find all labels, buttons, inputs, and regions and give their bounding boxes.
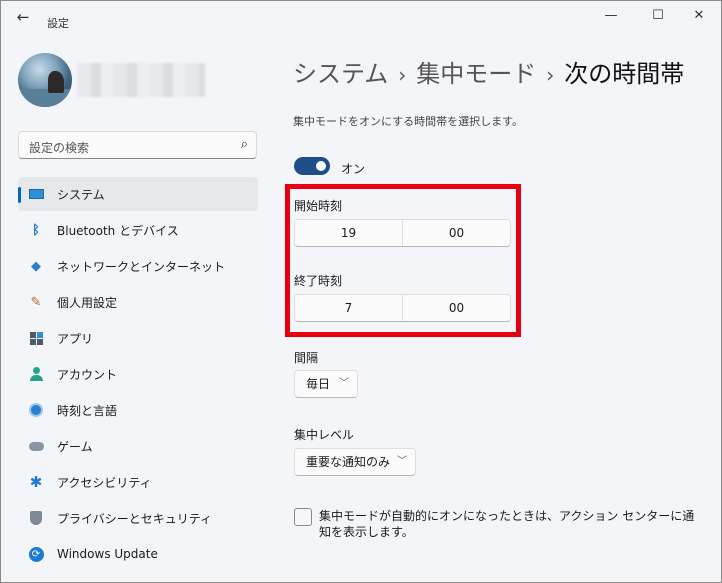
interval-dropdown[interactable]: 毎日 ﹀ bbox=[294, 370, 358, 398]
sidebar-nav: システム ᛒ Bluetooth とデバイス ◆ ネットワークとインターネット … bbox=[18, 177, 258, 573]
time-language-icon bbox=[28, 402, 44, 418]
focus-level-label: 集中レベル bbox=[294, 428, 355, 442]
sidebar-item-label: アプリ bbox=[57, 331, 94, 346]
sidebar-item-apps[interactable]: アプリ bbox=[18, 321, 258, 355]
chevron-down-icon: ﹀ bbox=[339, 378, 349, 389]
maximize-button[interactable]: ☐ bbox=[646, 7, 670, 25]
breadcrumb-focus-mode[interactable]: 集中モード bbox=[416, 60, 536, 88]
user-name-redacted bbox=[77, 63, 205, 97]
page-title: 次の時間帯 bbox=[564, 60, 685, 88]
shield-icon bbox=[28, 510, 44, 526]
chevron-right-icon: › bbox=[546, 63, 555, 87]
sidebar-item-label: ネットワークとインターネット bbox=[57, 259, 226, 274]
sidebar-item-label: 時刻と言語 bbox=[57, 403, 118, 418]
page-description: 集中モードをオンにする時間帯を選択します。 bbox=[293, 115, 524, 128]
chevron-down-icon: ﹀ bbox=[397, 456, 407, 467]
settings-window: ← 設定 — ☐ ✕ 設定の検索 ⌕ システム ᛒ Bluetooth とデバイ… bbox=[0, 0, 722, 583]
search-icon[interactable]: ⌕ bbox=[241, 137, 248, 152]
back-arrow-icon[interactable]: ← bbox=[13, 9, 33, 25]
focus-level-value: 重要な通知のみ bbox=[306, 455, 391, 469]
chevron-right-icon: › bbox=[398, 63, 407, 87]
sidebar-item-time-language[interactable]: 時刻と言語 bbox=[18, 393, 258, 427]
search-input[interactable]: 設定の検索 ⌕ bbox=[18, 131, 257, 159]
search-placeholder: 設定の検索 bbox=[29, 141, 90, 155]
app-title: 設定 bbox=[47, 17, 69, 30]
toggle-label: オン bbox=[341, 162, 366, 176]
minimize-button[interactable]: — bbox=[599, 7, 623, 25]
sidebar-item-label: プライバシーとセキュリティ bbox=[57, 511, 213, 526]
accessibility-icon: ✱ bbox=[29, 473, 43, 491]
sidebar-item-personalization[interactable]: ✎ 個人用設定 bbox=[18, 285, 258, 319]
sidebar-item-label: ゲーム bbox=[57, 439, 93, 454]
interval-label: 間隔 bbox=[294, 351, 319, 365]
sidebar-item-label: 個人用設定 bbox=[57, 295, 118, 310]
breadcrumb: システム › 集中モード › 次の時間帯 bbox=[293, 54, 684, 89]
sidebar-item-label: Windows Update bbox=[57, 547, 158, 561]
sidebar-item-gaming[interactable]: ゲーム bbox=[18, 429, 258, 463]
notify-checkbox-label: 集中モードが自動的にオンになったときは、アクション センターに通知を表示します。 bbox=[319, 509, 695, 539]
bluetooth-icon: ᛒ bbox=[32, 222, 40, 238]
close-button[interactable]: ✕ bbox=[687, 7, 711, 25]
sidebar-item-bluetooth[interactable]: ᛒ Bluetooth とデバイス bbox=[18, 213, 258, 247]
sidebar-item-label: Bluetooth とデバイス bbox=[57, 223, 179, 238]
sidebar-item-privacy[interactable]: プライバシーとセキュリティ bbox=[18, 501, 258, 535]
schedule-toggle[interactable] bbox=[294, 157, 330, 175]
update-icon: ⟳ bbox=[28, 546, 44, 562]
breadcrumb-system[interactable]: システム bbox=[293, 60, 388, 88]
sidebar-item-label: アカウント bbox=[57, 367, 118, 382]
system-icon bbox=[28, 186, 44, 202]
notify-checkbox[interactable] bbox=[294, 508, 312, 526]
sidebar-item-accounts[interactable]: アカウント bbox=[18, 357, 258, 391]
interval-value: 毎日 bbox=[306, 377, 331, 391]
sidebar-item-network[interactable]: ◆ ネットワークとインターネット bbox=[18, 249, 258, 283]
annotation-highlight-box bbox=[285, 184, 521, 337]
sidebar-item-label: アクセシビリティ bbox=[57, 475, 152, 490]
sidebar-item-label: システム bbox=[57, 187, 105, 202]
wifi-icon: ◆ bbox=[31, 258, 41, 274]
avatar[interactable] bbox=[18, 53, 72, 107]
gamepad-icon bbox=[28, 438, 44, 454]
brush-icon: ✎ bbox=[30, 294, 42, 310]
sidebar-item-accessibility[interactable]: ✱ アクセシビリティ bbox=[18, 465, 258, 499]
sidebar-item-system[interactable]: システム bbox=[18, 177, 258, 211]
sidebar-item-windows-update[interactable]: ⟳ Windows Update bbox=[18, 537, 258, 571]
apps-icon bbox=[28, 330, 44, 346]
focus-level-dropdown[interactable]: 重要な通知のみ ﹀ bbox=[294, 448, 416, 476]
account-icon bbox=[28, 366, 44, 382]
title-bar: ← 設定 — ☐ ✕ bbox=[1, 1, 721, 33]
